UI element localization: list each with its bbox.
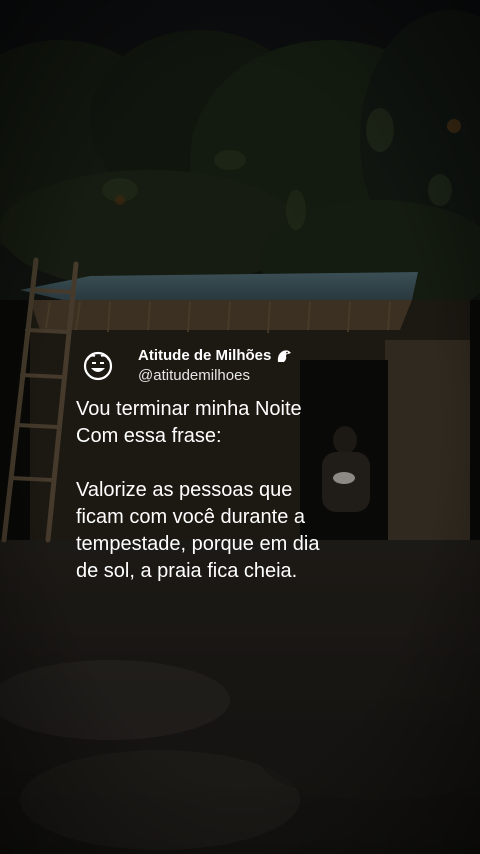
account-names: Atitude de Milhões @atitudemilhoes: [138, 346, 292, 386]
display-name-text: Atitude de Milhões: [138, 347, 272, 364]
body-line: ficam com você durante a: [76, 506, 305, 528]
smiley-face-icon: [83, 351, 113, 381]
paragraph-1: Vou terminar minha Noite Com essa frase:: [76, 396, 456, 450]
account-handle[interactable]: @atitudemilhoes: [138, 366, 292, 386]
body-line: Valorize as pessoas que: [76, 479, 293, 501]
post-body: Vou terminar minha Noite Com essa frase:…: [76, 396, 456, 585]
avatar[interactable]: [76, 344, 120, 388]
body-line: de sol, a praia fica cheia.: [76, 560, 298, 582]
post-header: Atitude de Milhões @atitudemilhoes: [76, 343, 456, 389]
quote-post: Atitude de Milhões @atitudemilhoes Vou t…: [76, 343, 456, 585]
eagle-head-icon: [276, 349, 292, 363]
body-line: Vou terminar minha Noite: [76, 398, 302, 420]
screen: Atitude de Milhões @atitudemilhoes Vou t…: [0, 0, 480, 854]
display-name[interactable]: Atitude de Milhões: [138, 346, 292, 366]
body-line: tempestade, porque em dia: [76, 533, 320, 555]
paragraph-2: Valorize as pessoas que ficam com você d…: [76, 477, 456, 585]
body-line: Com essa frase:: [76, 425, 222, 447]
